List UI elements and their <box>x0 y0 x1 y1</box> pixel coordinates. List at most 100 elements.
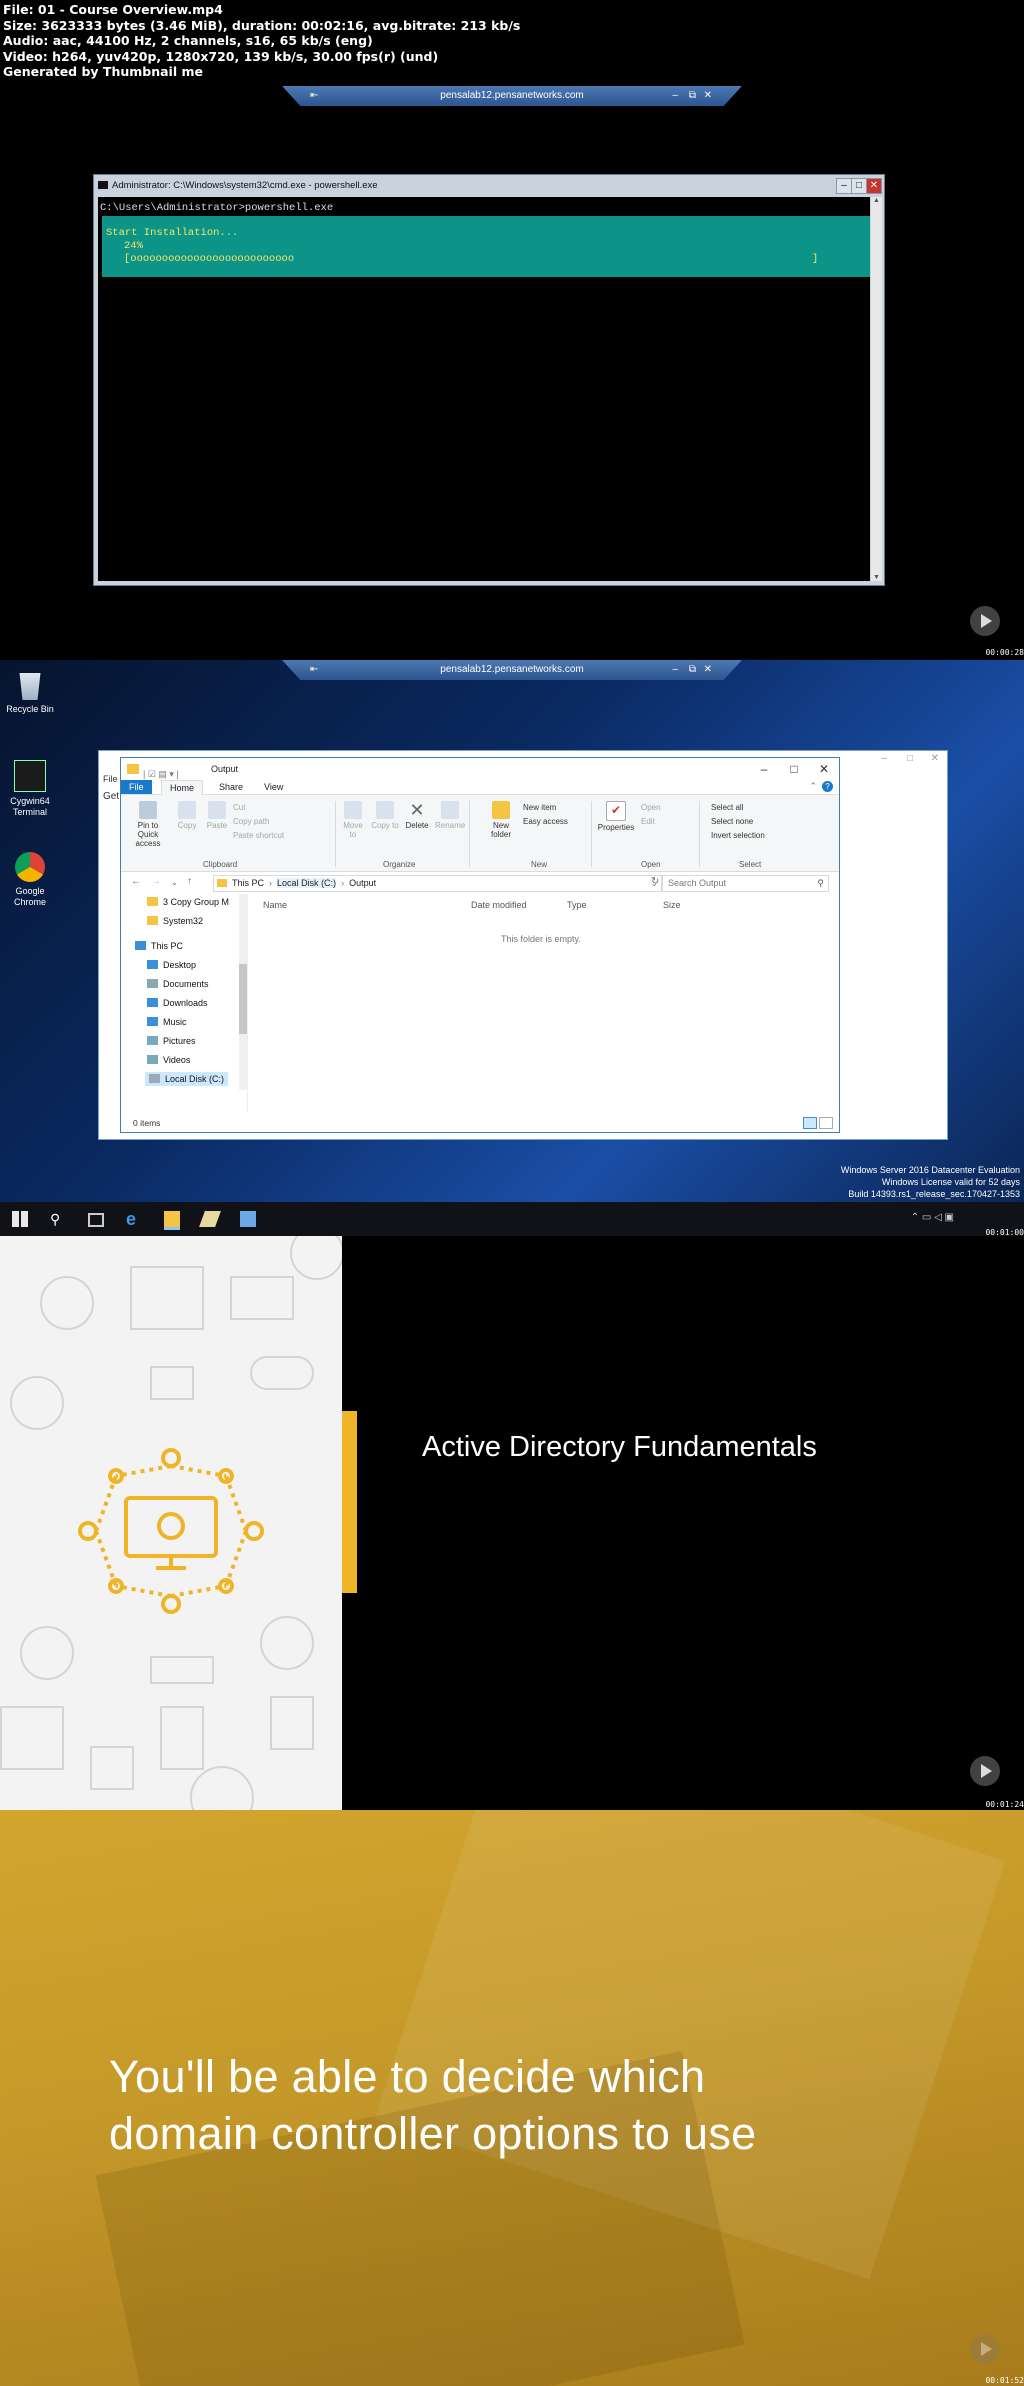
maximize-icon[interactable]: □ <box>907 753 913 764</box>
tab-view[interactable]: View <box>256 780 291 794</box>
address-bar[interactable]: This PC › Local Disk (C:) › Output ⌄ <box>213 875 663 892</box>
task-view-icon[interactable] <box>88 1213 104 1227</box>
tree-item-local-disk[interactable]: Local Disk (C:) <box>145 1072 229 1086</box>
new-item-button[interactable]: New item <box>523 803 556 813</box>
tree-item-downloads[interactable]: Downloads <box>147 997 208 1009</box>
column-name[interactable]: Name <box>263 900 287 910</box>
select-none-button[interactable]: Select none <box>711 817 753 827</box>
pin-icon[interactable]: ⇤ <box>310 86 318 106</box>
search-input[interactable]: Search Output ⚲ <box>661 875 829 892</box>
start-icon[interactable] <box>12 1211 28 1227</box>
collapse-ribbon-icon[interactable]: ⌃ <box>809 781 817 792</box>
move-to-button[interactable]: Move to <box>339 801 367 839</box>
properties-button[interactable]: ✔ Properties <box>595 801 637 832</box>
close-icon[interactable]: ✕ <box>704 660 712 680</box>
tab-home[interactable]: Home <box>161 780 204 795</box>
new-folder-button[interactable]: New folder <box>485 801 517 839</box>
cmd-window[interactable]: Administrator: C:\Windows\system32\cmd.e… <box>93 174 885 586</box>
minimize-button[interactable]: – <box>836 178 852 194</box>
powershell-icon[interactable] <box>240 1211 256 1227</box>
file-explorer-icon[interactable] <box>164 1211 180 1230</box>
large-icons-view-icon[interactable] <box>819 1117 833 1129</box>
play-icon[interactable] <box>970 1756 1000 1786</box>
column-type[interactable]: Type <box>567 900 587 910</box>
minimize-button[interactable]: – <box>749 758 779 780</box>
copy-path-button[interactable]: Copy path <box>233 817 269 827</box>
breadcrumb-local-disk[interactable]: Local Disk (C:) <box>277 878 337 888</box>
breadcrumb-output[interactable]: Output <box>349 878 376 888</box>
tab-file[interactable]: File <box>121 780 152 794</box>
desktop-icon-cygwin[interactable]: Cygwin64 Terminal <box>4 760 56 818</box>
recent-locations-icon[interactable]: ⌄ <box>171 878 178 887</box>
cut-button[interactable]: Cut <box>233 803 245 813</box>
meta-file: File: 01 - Course Overview.mp4 <box>3 2 223 17</box>
details-view-icon[interactable] <box>803 1117 817 1129</box>
search-icon[interactable]: ⚲ <box>50 1211 66 1227</box>
tab-share[interactable]: Share <box>211 780 251 794</box>
scroll-up-icon[interactable]: ▲ <box>871 197 882 204</box>
delete-button[interactable]: ✕ Delete <box>403 801 431 830</box>
rdp-connection-bar[interactable]: ⇤ pensalab12.pensanetworks.com – ⧉ ✕ <box>282 660 742 680</box>
column-date-modified[interactable]: Date modified <box>471 900 527 910</box>
cmd-titlebar[interactable]: Administrator: C:\Windows\system32\cmd.e… <box>94 175 884 197</box>
copy-to-button[interactable]: Copy to <box>371 801 399 830</box>
tree-scrollbar[interactable] <box>239 894 247 1090</box>
close-icon[interactable]: ✕ <box>931 753 939 764</box>
rdp-connection-bar[interactable]: ⇤ pensalab12.pensanetworks.com – ⧉ ✕ <box>282 86 742 106</box>
paste-button[interactable]: Paste <box>203 801 231 830</box>
refresh-icon[interactable]: ↻ <box>651 876 659 887</box>
maximize-button[interactable]: □ <box>851 178 867 194</box>
scroll-down-icon[interactable]: ▼ <box>871 574 882 581</box>
maximize-button[interactable]: □ <box>779 758 809 780</box>
select-all-button[interactable]: Select all <box>711 803 743 813</box>
play-icon[interactable] <box>970 606 1000 636</box>
tree-item[interactable]: 3 Copy Group M <box>147 896 229 908</box>
breadcrumb-this-pc[interactable]: This PC <box>232 878 264 888</box>
progress-panel: Start Installation... 24% [ooooooooooooo… <box>102 216 870 277</box>
close-button[interactable]: ✕ <box>809 758 839 780</box>
restore-icon[interactable]: ⧉ <box>689 660 696 680</box>
console-output[interactable]: C:\Users\Administrator>powershell.exe St… <box>98 197 870 581</box>
open-button[interactable]: Open <box>641 803 661 813</box>
up-icon[interactable]: ↑ <box>187 876 192 887</box>
tree-item-music[interactable]: Music <box>147 1016 187 1028</box>
desktop-icon <box>147 960 158 969</box>
tree-item-pictures[interactable]: Pictures <box>147 1035 196 1047</box>
edit-button[interactable]: Edit <box>641 817 655 827</box>
help-icon[interactable]: ? <box>822 781 833 792</box>
paste-shortcut-button[interactable]: Paste shortcut <box>233 831 284 841</box>
pin-to-quick-access-button[interactable]: Pin to Quick access <box>127 801 169 848</box>
minimize-icon[interactable]: – <box>672 660 678 680</box>
tree-item-videos[interactable]: Videos <box>147 1054 190 1066</box>
back-icon[interactable]: ← <box>131 876 141 887</box>
scrollbar[interactable]: ▲ ▼ <box>871 197 882 581</box>
barcode-icon <box>130 1266 204 1330</box>
close-button[interactable]: ✕ <box>866 178 882 194</box>
system-tray-icons[interactable]: ⌃ ▭ ◁ ▣ <box>911 1212 954 1223</box>
new-folder-icon <box>492 801 510 819</box>
desktop-icon-chrome[interactable]: Google Chrome <box>4 852 56 908</box>
accent-bar <box>342 1411 357 1593</box>
column-size[interactable]: Size <box>663 900 681 910</box>
easy-access-button[interactable]: Easy access <box>523 817 568 827</box>
minimize-icon[interactable]: – <box>672 86 678 106</box>
close-icon[interactable]: ✕ <box>704 86 712 106</box>
copy-button[interactable]: Copy <box>173 801 201 830</box>
internet-explorer-icon[interactable]: e <box>126 1210 142 1228</box>
explorer-titlebar[interactable]: | ☑ ▤ ▾ | Output – □ ✕ <box>121 758 839 780</box>
tree-item-desktop[interactable]: Desktop <box>147 959 196 971</box>
rename-button[interactable]: Rename <box>435 801 465 830</box>
tree-item[interactable]: System32 <box>147 915 203 927</box>
desktop-icon-recycle-bin[interactable]: Recycle Bin <box>4 670 56 715</box>
forward-icon[interactable]: → <box>151 876 161 887</box>
server-manager-icon[interactable] <box>199 1211 221 1227</box>
play-icon[interactable] <box>970 2334 1000 2364</box>
restore-icon[interactable]: ⧉ <box>689 86 696 106</box>
minimize-icon[interactable]: – <box>881 753 887 764</box>
tree-item-documents[interactable]: Documents <box>147 978 209 990</box>
tree-item-this-pc[interactable]: This PC <box>135 940 183 952</box>
navigation-pane[interactable]: 3 Copy Group M System32 This PC Desktop … <box>121 894 248 1112</box>
invert-selection-button[interactable]: Invert selection <box>711 831 765 841</box>
pin-icon[interactable]: ⇤ <box>310 660 318 680</box>
file-explorer-window[interactable]: | ☑ ▤ ▾ | Output – □ ✕ File Home Share V… <box>120 757 840 1133</box>
